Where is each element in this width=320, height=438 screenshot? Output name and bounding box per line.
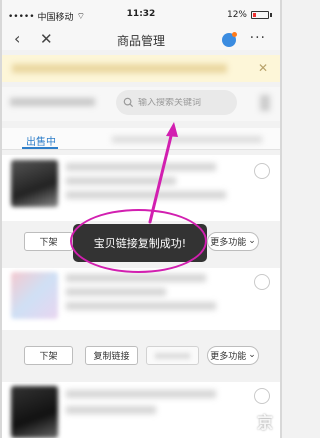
tab-bar: 出售中 <box>2 128 280 150</box>
notice-banner: ✕ <box>2 55 280 82</box>
close-icon[interactable]: ✕ <box>258 61 268 75</box>
chevron-down-icon: ⌄ <box>248 350 256 360</box>
app-screen: ••••• 中国移动 ⌔ 11:32 12% ‹ ✕ 商品管理 ··· ✕ 输入… <box>0 0 282 438</box>
status-bar: ••••• 中国移动 ⌔ 11:32 12% <box>2 0 280 30</box>
product-item[interactable] <box>2 268 280 330</box>
product-thumbnail <box>11 160 58 207</box>
annotation-ellipse <box>70 209 207 273</box>
more-functions-button[interactable]: 更多功能 ⌄ <box>207 345 259 365</box>
assistant-icon[interactable] <box>222 32 237 47</box>
battery-icon <box>251 11 269 19</box>
more-functions-button[interactable]: 更多功能 ⌄ <box>207 231 259 251</box>
product-item[interactable] <box>2 382 280 438</box>
scan-icon[interactable] <box>260 95 270 111</box>
product-stats-blurred <box>66 191 226 199</box>
select-radio[interactable] <box>254 388 270 404</box>
product-price-blurred <box>66 177 176 185</box>
copy-link-button[interactable]: 复制链接 <box>85 345 138 365</box>
page-title: 商品管理 <box>116 34 165 48</box>
delist-button[interactable]: 下架 <box>24 345 73 365</box>
delist-button[interactable]: 下架 <box>24 231 73 251</box>
more-menu-icon[interactable]: ··· <box>250 30 266 46</box>
more-functions-label: 更多功能 <box>210 351 247 362</box>
search-icon <box>123 97 134 108</box>
search-row <box>2 87 280 121</box>
watermark-logo: 京 <box>256 413 274 432</box>
select-radio[interactable] <box>254 163 270 179</box>
search-box[interactable] <box>116 90 237 115</box>
chevron-down-icon: ⌄ <box>248 236 256 246</box>
product-price-blurred <box>66 406 156 414</box>
product-price-blurred <box>66 288 166 296</box>
nav-bar: ‹ ✕ 商品管理 ··· <box>2 30 280 50</box>
product-title-blurred <box>66 390 216 398</box>
tab-on-sale[interactable]: 出售中 <box>26 133 56 148</box>
search-input[interactable] <box>138 97 230 108</box>
select-radio[interactable] <box>254 274 270 290</box>
product-stats-blurred <box>66 302 216 310</box>
product-title-blurred <box>66 163 216 171</box>
battery-indicator: 12% <box>227 10 272 20</box>
product-thumbnail <box>11 272 58 319</box>
product-title-blurred <box>66 274 206 282</box>
battery-percent: 12% <box>226 10 247 20</box>
item-action-row: 下架 复制链接 更多功能 ⌄ <box>2 341 280 369</box>
tab-underline <box>22 147 58 149</box>
battery-tip <box>270 13 272 17</box>
notice-text-blurred <box>12 64 227 73</box>
product-thumbnail <box>11 386 58 438</box>
more-functions-label: 更多功能 <box>210 237 247 248</box>
blurred-button[interactable] <box>146 345 199 365</box>
other-tabs-blurred[interactable] <box>112 136 262 143</box>
filter-blurred[interactable] <box>10 98 95 106</box>
